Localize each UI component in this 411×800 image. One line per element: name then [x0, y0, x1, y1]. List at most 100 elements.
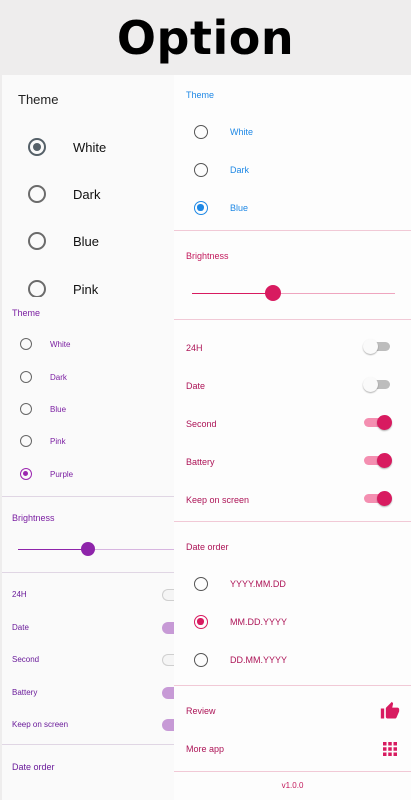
theme-option-dark[interactable]: Dark — [174, 157, 411, 183]
slider-active-track — [192, 293, 274, 294]
radio-icon[interactable] — [194, 163, 208, 177]
radio-selected-icon[interactable] — [194, 615, 208, 629]
switch-row[interactable]: 24H — [174, 333, 411, 363]
switch-row[interactable]: Date — [174, 371, 411, 401]
radio-selected-icon[interactable] — [194, 201, 208, 215]
date-order-option-yyyy-mm-dd[interactable]: YYYY.MM.DD — [174, 571, 411, 597]
theme-option-label: Blue — [50, 405, 67, 414]
theme-option-pink[interactable]: Pink — [2, 425, 174, 457]
switch-label: Keep on screen — [12, 720, 69, 729]
radio-icon[interactable] — [20, 435, 32, 447]
theme-option-label: Pink — [50, 437, 66, 446]
switch-label: 24H — [12, 590, 27, 599]
toggle-switch-off[interactable] — [363, 339, 392, 354]
apps-grid-icon[interactable] — [383, 742, 397, 756]
theme-option-white[interactable]: White — [174, 119, 411, 145]
settings-pink: Theme White Dark Blue Brightness 24H Date… — [174, 75, 411, 800]
slider-inactive-track — [88, 549, 174, 550]
switch-row[interactable]: Keep on screen — [2, 710, 174, 740]
theme-option-label: Purple — [50, 470, 74, 479]
theme-option-white[interactable]: White — [2, 127, 174, 167]
divider — [174, 521, 411, 522]
radio-selected-icon[interactable] — [20, 468, 32, 480]
divider — [174, 771, 411, 772]
theme-option-label: White — [50, 340, 71, 349]
more-app-label: More app — [186, 744, 225, 754]
switch-label: Second — [12, 655, 40, 664]
thumbs-up-icon[interactable] — [380, 701, 400, 721]
theme-option-blue[interactable]: Blue — [174, 195, 411, 221]
theme-option-purple[interactable]: Purple — [2, 458, 174, 490]
theme-option-pink[interactable]: Pink — [2, 269, 174, 297]
divider — [174, 685, 411, 686]
date-order-option-dd-mm-yyyy[interactable]: DD.MM.YYYY — [174, 647, 411, 673]
switch-label: Battery — [186, 457, 215, 467]
radio-icon[interactable] — [28, 280, 46, 297]
page-title: Option — [116, 10, 295, 65]
theme-option-dark[interactable]: Dark — [2, 361, 174, 393]
toggle-switch-on[interactable] — [364, 491, 392, 506]
radio-icon[interactable] — [20, 371, 32, 383]
settings-purple: Theme White Dark Blue Pink Purple Bright… — [2, 297, 174, 800]
slider-inactive-track — [273, 293, 395, 294]
switch-label: Date — [186, 381, 206, 391]
switch-thumb[interactable] — [377, 491, 392, 506]
radio-icon[interactable] — [194, 577, 208, 591]
switch-label: Date — [12, 623, 29, 632]
switch-label: Second — [186, 419, 217, 429]
theme-option-label: Blue — [230, 203, 249, 213]
radio-icon[interactable] — [28, 185, 46, 203]
radio-icon[interactable] — [20, 403, 32, 415]
date-order-option-mm-dd-yyyy[interactable]: MM.DD.YYYY — [174, 609, 411, 635]
toggle-switch-off[interactable] — [162, 589, 174, 601]
theme-title: Theme — [18, 92, 59, 107]
more-app-row[interactable]: More app — [174, 734, 411, 764]
theme-option-blue[interactable]: Blue — [2, 393, 174, 425]
theme-option-white[interactable]: White — [2, 328, 174, 360]
switch-row[interactable]: Keep on screen — [174, 485, 411, 515]
switch-row[interactable]: Date — [2, 613, 174, 643]
divider — [174, 319, 411, 320]
divider — [2, 496, 174, 497]
switch-label: Battery — [12, 688, 38, 697]
review-label: Review — [186, 706, 216, 716]
theme-option-label: Dark — [230, 165, 250, 175]
radio-icon[interactable] — [28, 232, 46, 250]
slider-thumb[interactable] — [265, 285, 282, 301]
switch-thumb[interactable] — [377, 453, 392, 468]
radio-selected-icon[interactable] — [28, 138, 46, 156]
header: Option — [0, 0, 411, 75]
switch-thumb[interactable] — [377, 415, 392, 430]
theme-option-blue[interactable]: Blue — [2, 221, 174, 261]
version-label: v1.0.0 — [281, 781, 304, 790]
radio-icon[interactable] — [194, 125, 208, 139]
toggle-switch-off[interactable] — [162, 654, 174, 666]
switch-row[interactable]: Battery — [174, 447, 411, 477]
theme-option-dark[interactable]: Dark — [2, 174, 174, 214]
toggle-switch-off[interactable] — [363, 377, 392, 392]
switch-thumb[interactable] — [363, 339, 378, 354]
theme-option-label: Pink — [73, 281, 99, 297]
theme-section-title: Theme — [186, 90, 215, 100]
review-row[interactable]: Review — [174, 696, 411, 726]
toggle-switch-on[interactable] — [364, 453, 392, 468]
toggle-switch-on[interactable] — [364, 415, 392, 430]
toggle-switch-on[interactable] — [162, 719, 174, 731]
switch-row[interactable]: Second — [174, 409, 411, 439]
slider-thumb[interactable] — [81, 542, 96, 556]
switch-thumb[interactable] — [363, 377, 378, 392]
theme-option-label: Blue — [73, 233, 100, 249]
date-order-title: Date order — [12, 762, 55, 772]
toggle-switch-on[interactable] — [162, 687, 174, 699]
switch-row[interactable]: Battery — [2, 678, 174, 708]
switch-row[interactable]: 24H — [2, 580, 174, 610]
theme-dialog-white: Theme White Dark Blue Pink — [2, 75, 174, 297]
date-order-label: DD.MM.YYYY — [230, 655, 288, 665]
brightness-title: Brightness — [186, 251, 229, 261]
radio-icon[interactable] — [20, 338, 32, 350]
radio-icon[interactable] — [194, 653, 208, 667]
theme-option-label: White — [230, 127, 254, 137]
toggle-switch-on[interactable] — [162, 622, 174, 634]
switch-row[interactable]: Second — [2, 645, 174, 675]
date-order-label: YYYY.MM.DD — [230, 579, 286, 589]
